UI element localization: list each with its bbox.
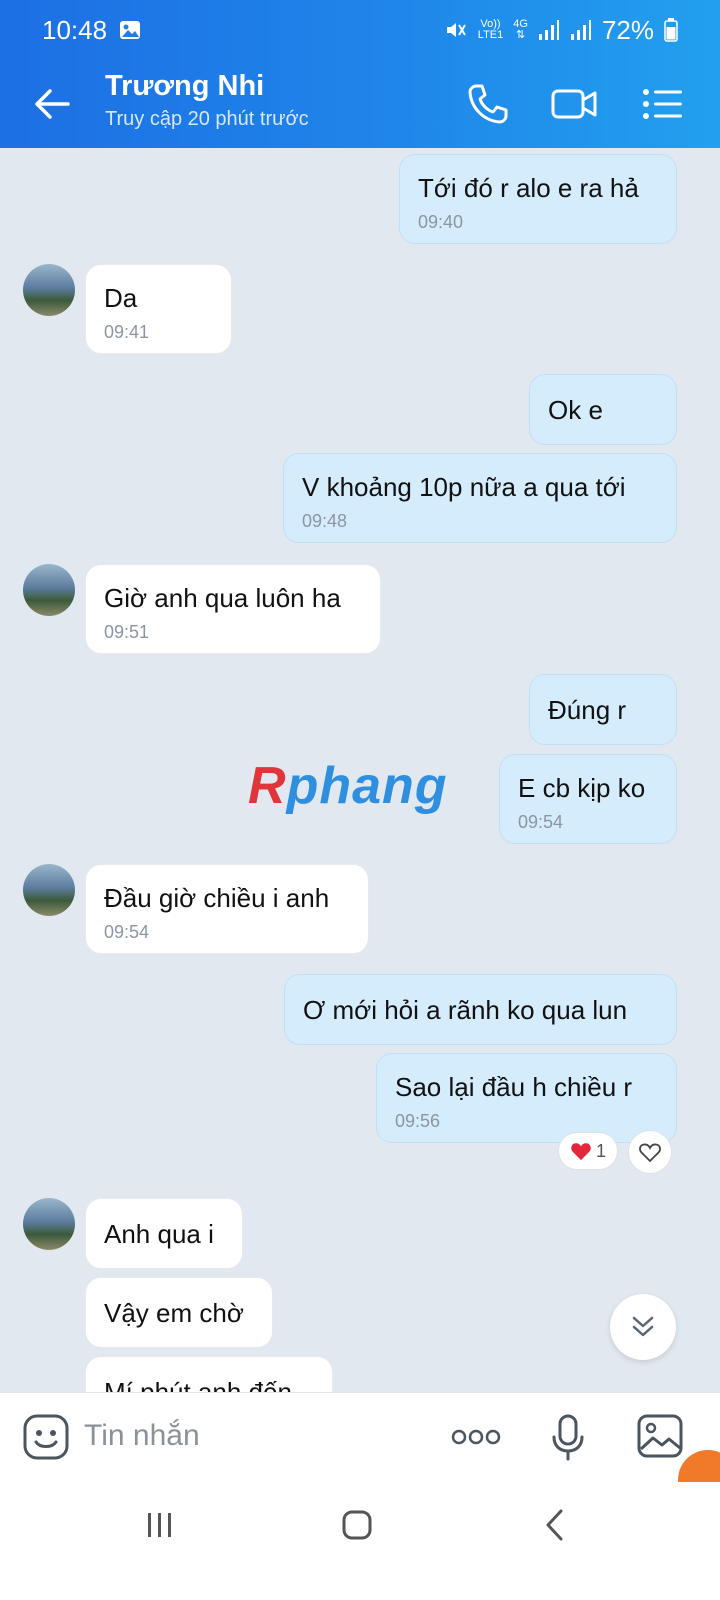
message-text: Ơ mới hỏi a rãnh ko qua lun	[303, 995, 628, 1025]
sticker-emoji-icon[interactable]	[22, 1413, 70, 1461]
message-text: Đầu giờ chiều i anh	[104, 883, 330, 913]
reaction-badge[interactable]: 1	[558, 1132, 618, 1170]
scroll-to-bottom-button[interactable]	[610, 1294, 676, 1360]
message-input[interactable]: Tin nhắn	[84, 1419, 200, 1453]
last-seen-status: Truy cập 20 phút trước	[105, 108, 309, 130]
message-text: Anh qua i	[104, 1219, 214, 1249]
lte-label: LTE1	[477, 29, 504, 41]
message-time: 09:54	[104, 922, 150, 942]
message-time: 09:51	[104, 622, 150, 642]
message-time: 09:40	[418, 212, 464, 232]
double-chevron-down-icon	[632, 1316, 654, 1337]
message-time: 09:41	[104, 322, 150, 342]
watermark-logo: Rphang	[248, 756, 448, 816]
recent-apps-icon[interactable]	[145, 1510, 175, 1540]
message-bubble-outgoing[interactable]: E cb kịp ko 09:54	[499, 754, 677, 844]
back-arrow-icon[interactable]	[30, 82, 74, 126]
battery-icon	[664, 18, 678, 42]
message-time: 09:48	[302, 511, 348, 531]
message-bubble-outgoing[interactable]: V khoảng 10p nữa a qua tới 09:48	[283, 453, 677, 543]
data-arrows-icon: ⇅	[516, 29, 526, 41]
contact-avatar[interactable]	[23, 1198, 75, 1250]
contact-avatar[interactable]	[23, 564, 75, 616]
status-bar: 10:48 Vo)) LTE1 4G ⇅ 72%	[0, 0, 720, 60]
message-text: Sao lại đầu h chiều r	[395, 1072, 633, 1102]
message-text: V khoảng 10p nữa a qua tới	[302, 472, 626, 502]
message-bubble-incoming[interactable]: Anh qua i	[85, 1198, 243, 1269]
app-bar: Trương Nhi Truy cập 20 phút trước	[0, 60, 720, 148]
reaction-count: 1	[595, 1140, 606, 1161]
battery-percent: 72%	[601, 14, 654, 45]
message-bubble-outgoing[interactable]: Ơ mới hỏi a rãnh ko qua lun	[284, 974, 677, 1045]
chat-area[interactable]: Tới đó r alo e ra hả 09:40 Da 09:41 Ok e…	[0, 148, 720, 1418]
contact-avatar[interactable]	[23, 264, 75, 316]
message-text: Đúng r	[548, 695, 627, 725]
signal-icon-2	[570, 20, 591, 40]
message-bubble-outgoing[interactable]: Tới đó r alo e ra hả 09:40	[399, 154, 677, 244]
message-text: Da	[104, 283, 138, 313]
video-call-icon[interactable]	[550, 80, 598, 128]
react-heart-button[interactable]	[628, 1130, 672, 1174]
contact-name[interactable]: Trương Nhi	[105, 70, 264, 103]
header: 10:48 Vo)) LTE1 4G ⇅ 72% Trương Nhi Truy…	[0, 0, 720, 148]
heart-filled-icon	[571, 1143, 591, 1161]
message-bubble-outgoing[interactable]: Sao lại đầu h chiều r 09:56	[376, 1053, 677, 1143]
message-text: Vậy em chờ	[104, 1298, 244, 1328]
message-text: Giờ anh qua luôn ha	[104, 583, 341, 613]
phone-call-icon[interactable]	[464, 80, 512, 128]
message-bubble-outgoing[interactable]: Đúng r	[529, 674, 677, 745]
message-bubble-incoming[interactable]: Da 09:41	[85, 264, 232, 354]
mute-icon	[446, 23, 466, 37]
menu-list-icon[interactable]	[638, 80, 686, 128]
watermark-rest: phang	[286, 757, 448, 815]
message-bubble-incoming[interactable]: Giờ anh qua luôn ha 09:51	[85, 564, 381, 654]
contact-avatar[interactable]	[23, 864, 75, 916]
system-navigation-bar	[0, 1482, 720, 1600]
volte-indicator: Vo)) LTE1	[478, 19, 503, 41]
message-input-bar: Tin nhắn	[0, 1392, 720, 1483]
signal-icon-1	[538, 20, 559, 40]
watermark-first-letter: R	[248, 757, 287, 815]
message-bubble-outgoing[interactable]: Ok e	[529, 374, 677, 445]
status-time: 10:48	[42, 14, 108, 45]
home-icon[interactable]	[341, 1509, 373, 1541]
message-text: Ok e	[548, 395, 603, 425]
message-text: Tới đó r alo e ra hả	[418, 173, 639, 203]
microphone-icon[interactable]	[548, 1413, 588, 1463]
more-options-icon[interactable]	[450, 1423, 502, 1451]
message-time: 09:54	[518, 812, 564, 832]
message-bubble-incoming[interactable]: Đầu giờ chiều i anh 09:54	[85, 864, 369, 954]
system-back-icon[interactable]	[543, 1508, 565, 1542]
gallery-notification-icon	[120, 21, 141, 39]
message-bubble-incoming[interactable]: Vậy em chờ	[85, 1277, 273, 1348]
heart-outline-icon	[639, 1143, 661, 1163]
image-gallery-icon[interactable]	[636, 1413, 684, 1459]
message-time: 09:56	[395, 1111, 441, 1131]
network-type: 4G ⇅	[513, 19, 528, 41]
message-text: E cb kịp ko	[518, 773, 646, 803]
